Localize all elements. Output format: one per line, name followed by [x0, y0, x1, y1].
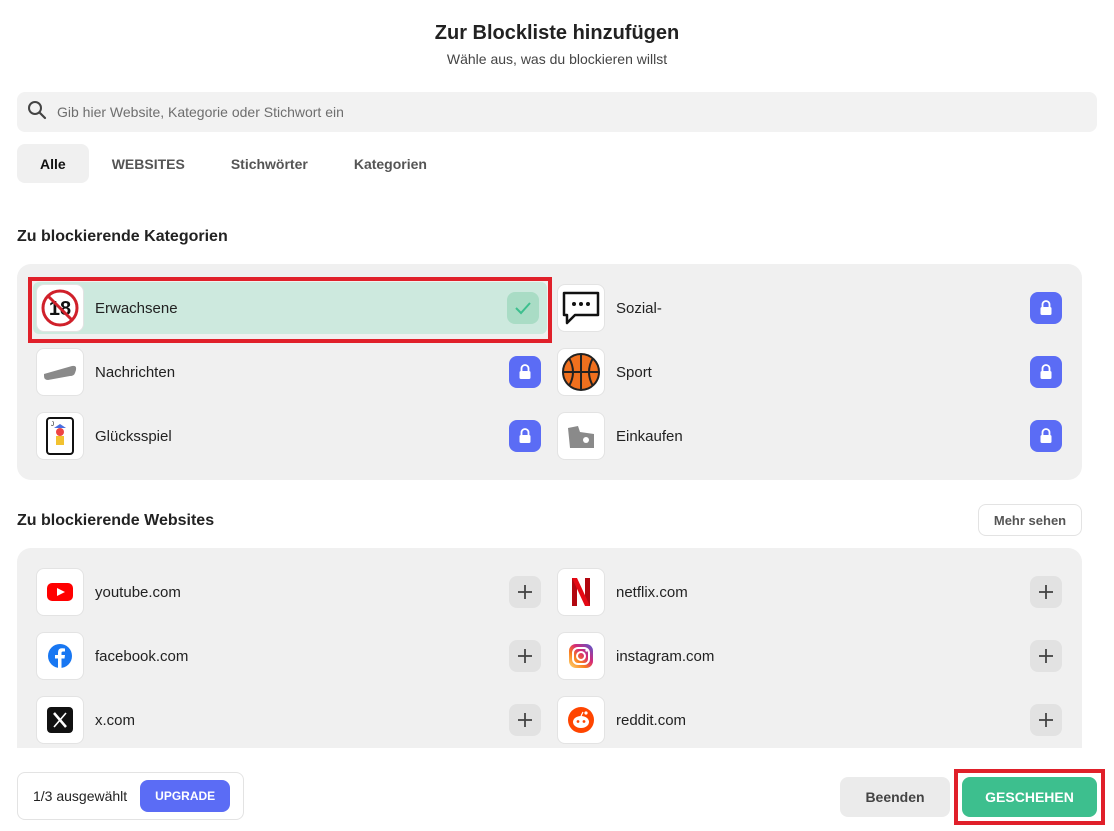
website-item-youtube[interactable]: youtube.com	[33, 566, 549, 618]
facebook-icon	[36, 632, 84, 680]
plus-icon[interactable]	[1030, 576, 1062, 608]
tab-websites[interactable]: WEBSITES	[89, 144, 208, 183]
svg-text:J: J	[51, 422, 54, 428]
category-item-einkaufen[interactable]: Einkaufen	[554, 410, 1070, 462]
newspaper-icon	[36, 348, 84, 396]
categories-title: Zu blockierende Kategorien	[17, 228, 228, 245]
basketball-icon	[557, 348, 605, 396]
lock-icon[interactable]	[1030, 356, 1062, 388]
netflix-icon	[557, 568, 605, 616]
search-bar[interactable]	[17, 92, 1097, 132]
plus-icon[interactable]	[1030, 640, 1062, 672]
shopping-bag-icon	[557, 412, 605, 460]
instagram-icon	[557, 632, 605, 680]
selection-highlight	[28, 277, 552, 343]
tab-alle[interactable]: Alle	[17, 144, 89, 183]
x-icon	[36, 696, 84, 744]
category-label: Glücksspiel	[95, 427, 172, 445]
chat-bubble-icon	[557, 284, 605, 332]
lock-icon[interactable]	[1030, 292, 1062, 324]
search-icon	[27, 100, 47, 125]
reddit-icon	[557, 696, 605, 744]
dialog-header: Zur Blockliste hinzufügen Wähle aus, was…	[0, 22, 1114, 67]
website-label: instagram.com	[616, 647, 715, 665]
tab-kategorien[interactable]: Kategorien	[331, 144, 450, 183]
done-button[interactable]: GESCHEHEN	[962, 777, 1097, 817]
category-item-gluecksspiel[interactable]: J Glücksspiel	[33, 410, 549, 462]
counter-text: 1/3 ausgewählt	[33, 788, 128, 804]
dialog-title: Zur Blockliste hinzufügen	[434, 22, 680, 44]
lock-icon[interactable]	[509, 420, 541, 452]
category-label: Einkaufen	[616, 427, 683, 445]
category-item-nachrichten[interactable]: Nachrichten	[33, 346, 549, 398]
filter-tabs: Alle WEBSITES Stichwörter Kategorien	[17, 144, 450, 183]
website-label: facebook.com	[95, 647, 189, 665]
youtube-icon	[36, 568, 84, 616]
selection-counter: 1/3 ausgewählt UPGRADE	[17, 772, 244, 820]
more-button[interactable]: Mehr sehen	[978, 504, 1082, 536]
category-item-sozial[interactable]: Sozial-	[554, 282, 1070, 334]
lock-icon[interactable]	[509, 356, 541, 388]
website-item-facebook[interactable]: facebook.com	[33, 630, 549, 682]
website-label: x.com	[95, 711, 136, 729]
lock-icon[interactable]	[1030, 420, 1062, 452]
category-label: Sport	[616, 363, 652, 381]
plus-icon[interactable]	[1030, 704, 1062, 736]
website-label: reddit.com	[616, 711, 687, 729]
quit-button[interactable]: Beenden	[840, 777, 950, 817]
website-item-x[interactable]: x.com	[33, 694, 549, 746]
dialog-subtitle: Wähle aus, was du blockieren willst	[446, 51, 668, 67]
website-item-instagram[interactable]: instagram.com	[554, 630, 1070, 682]
plus-icon[interactable]	[509, 576, 541, 608]
website-label: netflix.com	[616, 583, 688, 601]
plus-icon[interactable]	[509, 640, 541, 672]
category-label: Nachrichten	[95, 363, 176, 381]
websites-title: Zu blockierende Websites	[17, 512, 215, 529]
playing-card-icon: J	[36, 412, 84, 460]
website-item-netflix[interactable]: netflix.com	[554, 566, 1070, 618]
website-label: youtube.com	[95, 583, 181, 601]
search-input[interactable]	[57, 104, 1057, 120]
category-label: Sozial-	[616, 299, 662, 317]
upgrade-button[interactable]: UPGRADE	[140, 780, 231, 812]
website-item-reddit[interactable]: reddit.com	[554, 694, 1070, 746]
plus-icon[interactable]	[509, 704, 541, 736]
tab-stichwoerter[interactable]: Stichwörter	[208, 144, 331, 183]
category-item-sport[interactable]: Sport	[554, 346, 1070, 398]
